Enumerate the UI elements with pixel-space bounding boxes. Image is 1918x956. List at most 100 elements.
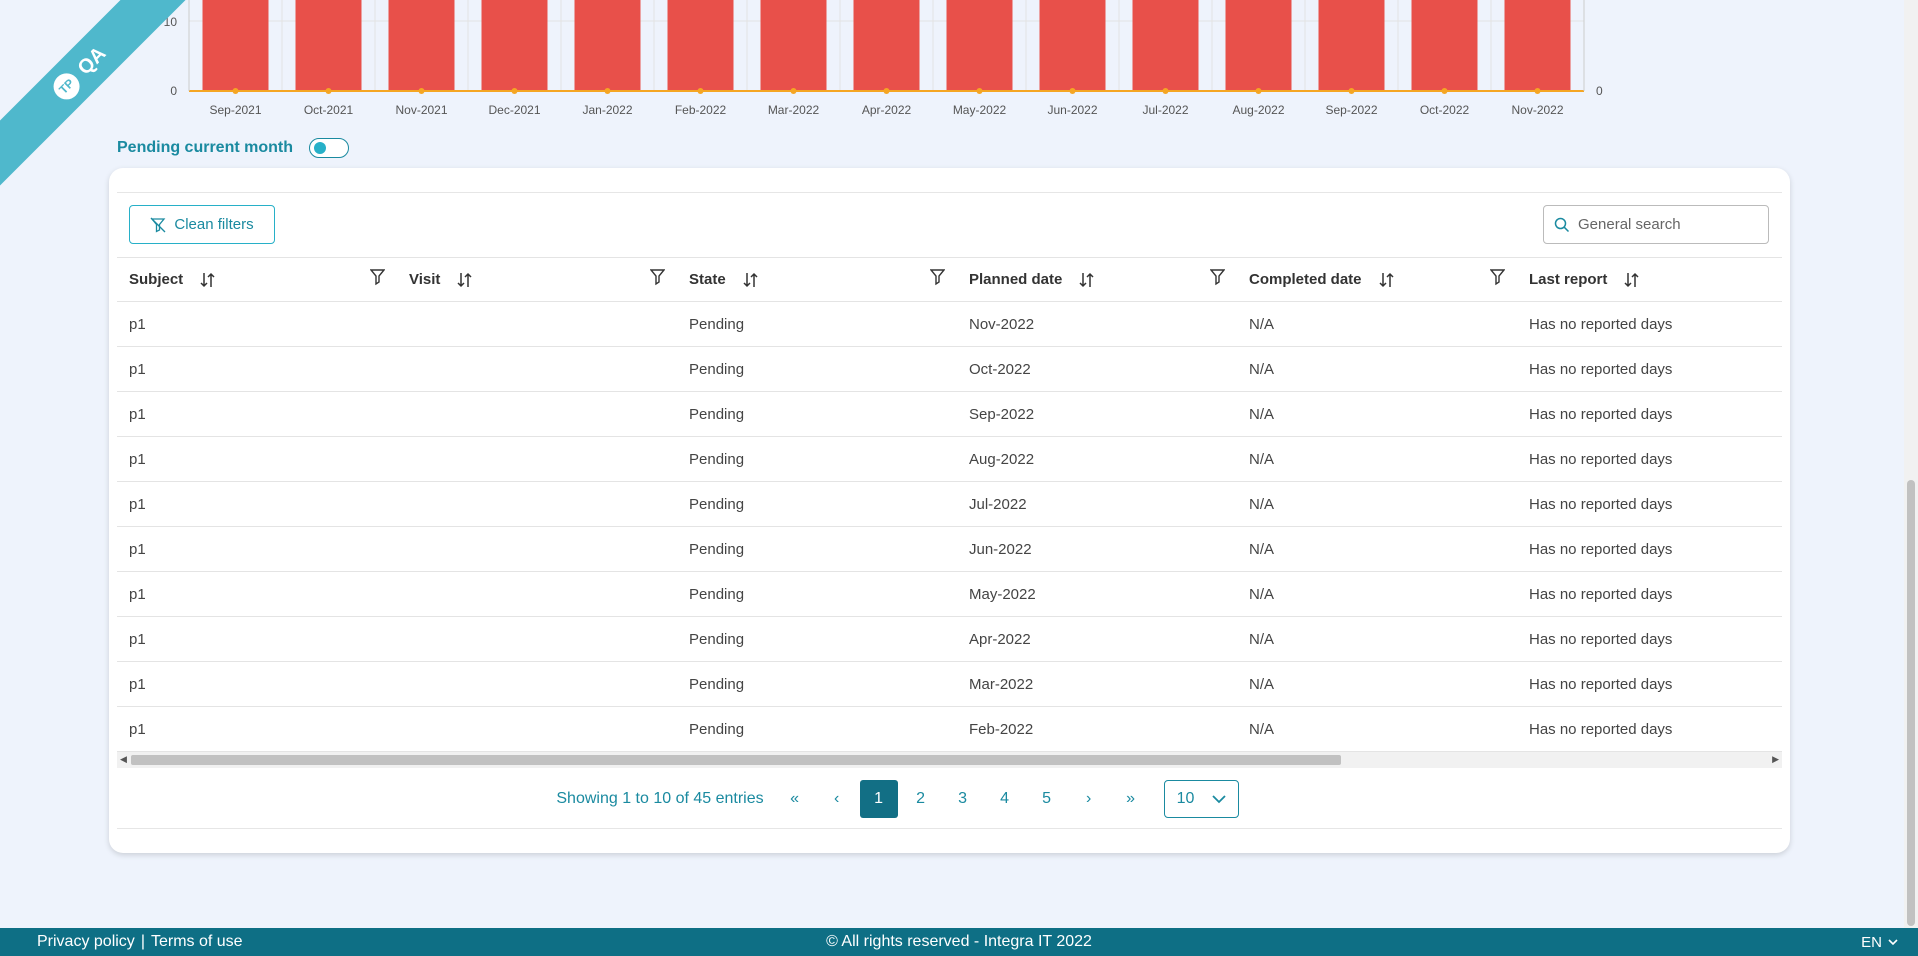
table-cell: Pending	[689, 630, 745, 648]
table-cell: Has no reported days	[1529, 405, 1673, 423]
chart-bar	[1039, 0, 1106, 91]
pending-current-month-toggle[interactable]	[309, 138, 349, 158]
table-row[interactable]: p1 Pending Jun-2022 N/A Has no reported days	[117, 527, 1782, 572]
table-row[interactable]: p1 Pending Jul-2022 N/A Has no reported days	[117, 482, 1782, 527]
horizontal-scrollbar[interactable]: ◀ ▶	[117, 752, 1782, 768]
filter-icon[interactable]	[649, 268, 666, 290]
page-button[interactable]: 4	[986, 780, 1024, 818]
page-vertical-scrollbar[interactable]	[1904, 0, 1918, 928]
table-cell: Has no reported days	[1529, 315, 1673, 333]
sort-icon[interactable]	[199, 271, 217, 289]
page-button[interactable]: 1	[859, 780, 898, 818]
visits-table-card: Clean filters Subject Visit State Planned d…	[109, 168, 1790, 853]
pagination: Showing 1 to 10 of 45 entries « ‹ 12345 …	[109, 780, 1790, 818]
table-cell: Mar-2022	[969, 675, 1034, 693]
page-button[interactable]: 3	[944, 780, 982, 818]
table-cell: p1	[129, 405, 146, 423]
page-scroll-thumb[interactable]	[1907, 480, 1915, 926]
visits-chart: Sep-2021 Oct-2021 Nov-2021 Dec-2021 Jan-2022…	[0, 0, 1918, 125]
filter-icon[interactable]	[369, 268, 386, 290]
general-search-input[interactable]	[1578, 216, 1748, 233]
table-cell: N/A	[1249, 540, 1275, 558]
sort-icon[interactable]	[456, 271, 474, 289]
table-row[interactable]: p1 Pending Oct-2022 N/A Has no reported days	[117, 347, 1782, 392]
toggle-knob	[314, 142, 326, 154]
terms-of-use-link[interactable]: Terms of use	[151, 933, 243, 951]
y-tick-label: 0	[1596, 84, 1603, 98]
x-tick-label: Jun-2022	[1047, 103, 1097, 117]
page-size-value: 10	[1176, 790, 1195, 807]
sort-icon[interactable]	[1623, 271, 1641, 289]
sort-icon[interactable]	[1078, 271, 1096, 289]
chart-point	[1162, 88, 1169, 94]
chart-point	[511, 88, 518, 94]
chart-bar	[1504, 0, 1571, 91]
table-row[interactable]: p1 Pending Aug-2022 N/A Has no reported days	[117, 437, 1782, 482]
sort-icon[interactable]	[742, 271, 760, 289]
clean-filters-button[interactable]: Clean filters	[129, 205, 275, 244]
previous-page-button[interactable]: ‹	[818, 780, 856, 818]
table-header: Subject Visit State Planned date Completed d…	[117, 257, 1782, 302]
column-header-label: Subject	[129, 271, 184, 288]
filter-icon[interactable]	[1489, 268, 1506, 290]
next-page-button[interactable]: ›	[1070, 780, 1108, 818]
environment-ribbon-band: TP QA	[0, 0, 190, 190]
sort-icon[interactable]	[1378, 271, 1396, 289]
chart-bar	[1225, 0, 1292, 91]
page-size-select[interactable]: 10	[1163, 780, 1239, 818]
chart-bar	[667, 0, 734, 91]
table-cell: N/A	[1249, 630, 1275, 648]
chart-point	[325, 88, 332, 94]
scroll-left-icon[interactable]: ◀	[120, 755, 127, 765]
table-cell: p1	[129, 315, 146, 333]
table-cell: N/A	[1249, 720, 1275, 738]
privacy-policy-link[interactable]: Privacy policy	[37, 933, 135, 951]
table-cell: p1	[129, 585, 146, 603]
filter-icon[interactable]	[929, 268, 946, 290]
chart-bar	[481, 0, 548, 91]
chart-bar	[1318, 0, 1385, 91]
chart-point	[697, 88, 704, 94]
x-tick-label: Aug-2022	[1232, 103, 1284, 117]
column-header: Subject	[117, 268, 397, 290]
table-row[interactable]: p1 Pending Apr-2022 N/A Has no reported days	[117, 617, 1782, 662]
table-row[interactable]: p1 Pending Sep-2022 N/A Has no reported days	[117, 392, 1782, 437]
table-row[interactable]: p1 Pending Mar-2022 N/A Has no reported days	[117, 662, 1782, 707]
chart-bar	[1411, 0, 1478, 91]
table-row[interactable]: p1 Pending May-2022 N/A Has no reported days	[117, 572, 1782, 617]
table-cell: Has no reported days	[1529, 585, 1673, 603]
column-header: Visit	[397, 268, 677, 290]
chart-bar	[388, 0, 455, 91]
language-selector[interactable]: EN	[1861, 934, 1898, 951]
table-cell: Feb-2022	[969, 720, 1034, 738]
table-cell: Has no reported days	[1529, 495, 1673, 513]
x-tick-label: Oct-2022	[1420, 103, 1470, 117]
card-divider-top	[117, 192, 1782, 193]
table-cell: Pending	[689, 360, 745, 378]
chevron-down-icon	[1888, 938, 1898, 945]
chart-bar	[853, 0, 920, 91]
table-cell: N/A	[1249, 450, 1275, 468]
chart-bar	[946, 0, 1013, 91]
chart-bar	[295, 0, 362, 91]
last-page-button[interactable]: »	[1112, 780, 1150, 818]
x-tick-label: Nov-2021	[395, 103, 447, 117]
environment-label: QA	[73, 42, 111, 80]
horizontal-scroll-thumb[interactable]	[131, 755, 1341, 765]
table-cell: p1	[129, 450, 146, 468]
x-tick-label: Feb-2022	[675, 103, 727, 117]
chart-bar	[574, 0, 641, 91]
table-row[interactable]: p1 Pending Feb-2022 N/A Has no reported days	[117, 707, 1782, 752]
table-cell: Apr-2022	[969, 630, 1031, 648]
scroll-right-icon[interactable]: ▶	[1772, 755, 1779, 765]
copyright-text: © All rights reserved - Integra IT 2022	[826, 933, 1092, 950]
page-button[interactable]: 5	[1028, 780, 1066, 818]
table-cell: Pending	[689, 540, 745, 558]
column-header-label: Visit	[409, 271, 441, 288]
filter-icon[interactable]	[1209, 268, 1226, 290]
table-cell: p1	[129, 630, 146, 648]
page-button[interactable]: 2	[902, 780, 940, 818]
first-page-button[interactable]: «	[776, 780, 814, 818]
chart-point	[1069, 88, 1076, 94]
table-row[interactable]: p1 Pending Nov-2022 N/A Has no reported days	[117, 302, 1782, 347]
